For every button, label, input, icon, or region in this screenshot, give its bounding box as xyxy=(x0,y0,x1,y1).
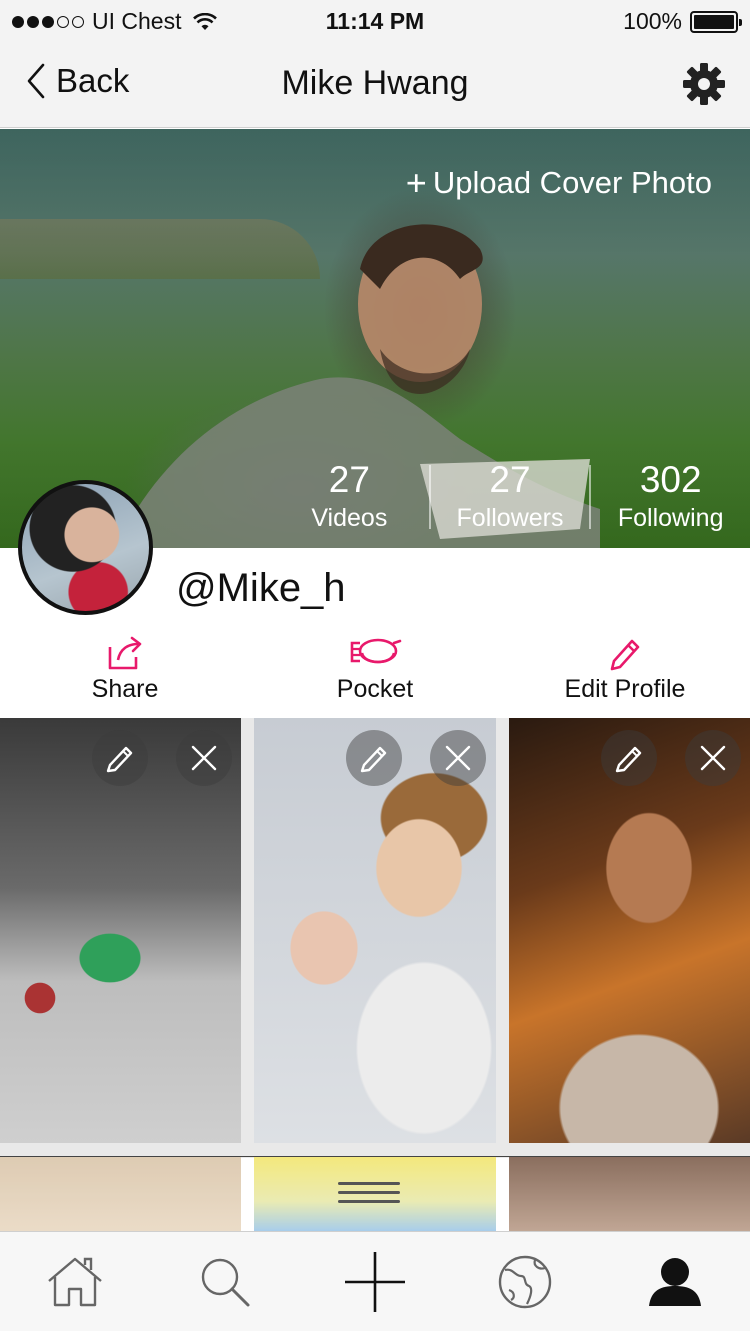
username: @Mike_h xyxy=(176,566,346,610)
gear-icon[interactable] xyxy=(682,62,726,106)
page-title: Mike Hwang xyxy=(281,64,469,102)
status-bar: UI Chest 11:14 PM 100% xyxy=(0,0,750,40)
edit-video-button[interactable] xyxy=(346,730,402,786)
plus-icon xyxy=(345,1251,405,1312)
stat-value: 27 xyxy=(328,459,370,500)
navigation-bar: Back Mike Hwang xyxy=(0,40,750,128)
video-grid xyxy=(0,718,750,1158)
battery-group: 100% xyxy=(623,8,742,35)
globe-icon xyxy=(498,1255,552,1308)
video-thumbnail[interactable] xyxy=(0,718,241,1143)
video-thumbnail[interactable] xyxy=(254,718,496,1143)
share-label: Share xyxy=(91,675,159,703)
avatar[interactable] xyxy=(18,480,153,615)
share-icon xyxy=(108,636,142,670)
profile-stats: 27 Videos 27 Followers 302 Following xyxy=(270,459,750,532)
pocket-icon xyxy=(350,638,402,664)
profile-icon xyxy=(649,1257,701,1306)
search-icon xyxy=(201,1258,250,1306)
tab-create[interactable] xyxy=(300,1232,450,1331)
tab-bar xyxy=(0,1231,750,1331)
tab-explore[interactable] xyxy=(450,1232,600,1331)
tab-search[interactable] xyxy=(150,1232,300,1331)
stat-videos[interactable]: 27 Videos xyxy=(270,459,429,532)
plus-icon: + xyxy=(405,162,427,203)
stat-value: 302 xyxy=(639,459,702,500)
home-icon xyxy=(48,1257,102,1306)
share-button[interactable]: Share xyxy=(0,635,250,717)
edit-profile-button[interactable]: Edit Profile xyxy=(500,635,750,717)
pencil-icon xyxy=(615,746,642,773)
stat-followers[interactable]: 27 Followers xyxy=(431,459,590,532)
stat-label: Following xyxy=(617,504,724,532)
pencil-icon xyxy=(360,746,387,773)
close-icon xyxy=(445,745,471,771)
close-icon xyxy=(191,745,217,771)
edit-video-button[interactable] xyxy=(601,730,657,786)
upload-cover-label: Upload Cover Photo xyxy=(432,165,712,200)
pocket-button[interactable]: Pocket xyxy=(250,635,500,717)
profile-actions: Share Pocket Edit Profile xyxy=(0,635,750,717)
battery-icon xyxy=(690,10,742,33)
battery-percent: 100% xyxy=(623,8,682,34)
close-icon xyxy=(700,745,726,771)
delete-video-button[interactable] xyxy=(430,730,486,786)
upload-cover-button[interactable]: + Upload Cover Photo xyxy=(406,165,712,201)
pocket-label: Pocket xyxy=(336,675,414,703)
delete-video-button[interactable] xyxy=(176,730,232,786)
edit-profile-label: Edit Profile xyxy=(564,675,686,703)
stat-following[interactable]: 302 Following xyxy=(591,459,750,532)
stat-label: Videos xyxy=(311,504,388,532)
stat-label: Followers xyxy=(456,504,564,532)
pencil-icon xyxy=(106,746,133,773)
tab-profile[interactable] xyxy=(600,1232,750,1331)
pencil-icon xyxy=(610,639,640,671)
stat-value: 27 xyxy=(489,459,531,500)
video-thumbnail[interactable] xyxy=(509,718,750,1143)
video-grid-next-row xyxy=(0,1156,750,1231)
edit-video-button[interactable] xyxy=(92,730,148,786)
drag-handle-icon[interactable] xyxy=(338,1182,400,1210)
delete-video-button[interactable] xyxy=(685,730,741,786)
tab-home[interactable] xyxy=(0,1232,150,1331)
